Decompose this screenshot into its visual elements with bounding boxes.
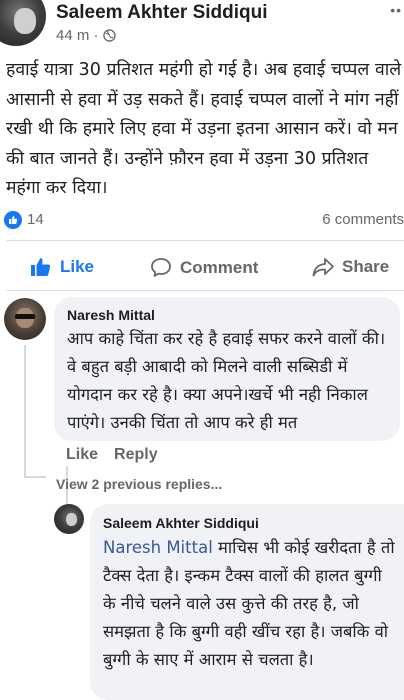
comment-actions: Like Reply bbox=[66, 446, 158, 464]
post-author-name[interactable]: Saleem Akhter Siddiqui bbox=[56, 2, 268, 24]
like-button-label: Like bbox=[60, 257, 95, 276]
comment-author-avatar[interactable] bbox=[4, 298, 46, 340]
view-previous-replies-link[interactable]: View 2 previous replies... bbox=[56, 476, 222, 492]
post-author-avatar[interactable] bbox=[0, 0, 46, 46]
comment-icon bbox=[151, 258, 171, 277]
comment-bubble: Naresh Mittal आप काहे चिंता कर रहे है हव… bbox=[54, 297, 400, 441]
post-time[interactable]: 44 m · bbox=[56, 27, 99, 44]
like-badge-icon[interactable] bbox=[4, 211, 22, 229]
globe-icon bbox=[102, 29, 116, 42]
divider bbox=[6, 240, 404, 241]
comment-like-button[interactable]: Like bbox=[66, 446, 98, 464]
like-count[interactable]: 14 bbox=[27, 211, 44, 228]
comment-button[interactable]: Comment bbox=[150, 257, 258, 278]
share-button[interactable]: Share bbox=[312, 257, 389, 277]
comment-author-name[interactable]: Naresh Mittal bbox=[67, 307, 155, 323]
avatar-face bbox=[66, 513, 77, 526]
avatar-face bbox=[14, 8, 36, 34]
mention-link[interactable]: Naresh Mittal bbox=[103, 538, 213, 557]
post-action-bar: Like Comment Share bbox=[0, 249, 404, 289]
post-body-text: हवाई यात्रा 30 प्रतिशत महंगी हो गई है। अ… bbox=[6, 60, 402, 198]
reply-author-name[interactable]: Saleem Akhter Siddiqui bbox=[103, 515, 259, 531]
share-button-label: Share bbox=[342, 257, 390, 276]
more-options-icon[interactable]: •• bbox=[390, 2, 402, 18]
comment-text: आप काहे चिंता कर रहे है हवाई सफर करने वा… bbox=[67, 329, 386, 432]
like-button[interactable]: Like bbox=[30, 257, 94, 277]
share-icon bbox=[312, 258, 334, 277]
reply-text-body: माचिस भी कोई खरीदता है तो टैक्स देता है।… bbox=[103, 538, 395, 669]
comment-button-label: Comment bbox=[180, 257, 259, 277]
comment-reply-button[interactable]: Reply bbox=[114, 446, 158, 464]
reply-bubble: Saleem Akhter Siddiqui Naresh Mittal माच… bbox=[90, 504, 404, 700]
post-meta: 44 m · bbox=[56, 27, 116, 44]
thumbs-up-icon bbox=[31, 258, 51, 276]
post-stats: 14 6 comments bbox=[0, 208, 404, 234]
thread-line bbox=[24, 345, 26, 477]
thread-line bbox=[24, 476, 46, 478]
reply-text: Naresh Mittal माचिस भी कोई खरीदता है तो … bbox=[103, 534, 395, 674]
reply-author-avatar[interactable] bbox=[54, 504, 84, 534]
divider bbox=[6, 290, 404, 291]
comment-count[interactable]: 6 comments bbox=[322, 211, 404, 228]
post-header: Saleem Akhter Siddiqui 44 m · •• bbox=[0, 0, 404, 52]
avatar-glasses bbox=[15, 314, 35, 319]
